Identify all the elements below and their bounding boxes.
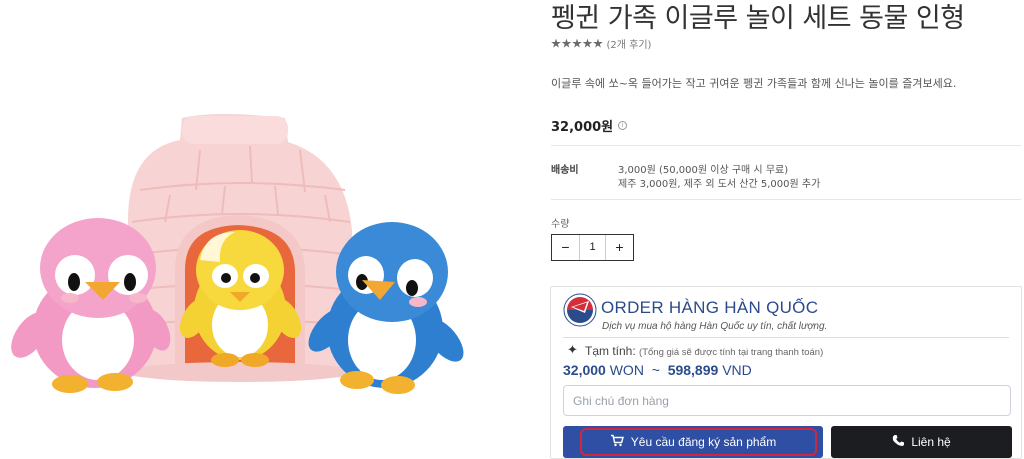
product-description: 이글루 속에 쏘~옥 들어가는 작고 귀여운 펭귄 가족들과 함께 신나는 놀이… — [551, 77, 957, 90]
brand-title: ORDER HÀNG HÀN QUỐC — [601, 298, 819, 317]
penguin-igloo-toy-illustration — [11, 114, 464, 394]
shipping-label: 배송비 — [551, 165, 579, 176]
cart-icon — [610, 434, 624, 450]
quantity-input[interactable]: 1 — [579, 235, 606, 260]
estimate-label: Tạm tính: — [585, 344, 636, 358]
star-icon — [572, 38, 582, 48]
order-note-input[interactable] — [563, 385, 1011, 416]
quantity-decrease-button[interactable]: − — [552, 235, 579, 260]
info-icon[interactable]: i — [618, 121, 628, 130]
contact-button[interactable]: Liên hệ — [831, 426, 1012, 458]
korea-order-logo — [563, 293, 597, 327]
estimate-label-row: Tạm tính: (Tổng giá sẽ được tính tại tra… — [585, 344, 823, 358]
product-rating[interactable]: (2개 후기) — [551, 36, 651, 51]
divider — [551, 145, 1021, 146]
estimate-note: (Tổng giá sẽ được tính tại trang thanh t… — [639, 347, 824, 358]
star-icon — [593, 38, 603, 48]
sparkle-icon: ✦ — [567, 342, 578, 357]
shipping-extra-fee: 제주 3,000원, 제주 외 도서 산간 5,000원 추가 — [618, 179, 821, 190]
quantity-label: 수량 — [551, 219, 570, 230]
product-price: 32,000원 — [551, 120, 614, 135]
review-count-link[interactable]: (2개 후기) — [607, 36, 652, 51]
phone-icon — [892, 434, 905, 450]
product-image — [0, 0, 540, 459]
estimate-vnd: 598,899 — [667, 362, 719, 378]
request-product-label: Yêu cầu đăng ký sản phẩm — [630, 435, 777, 449]
quantity-stepper: − 1 + — [551, 234, 634, 261]
divider — [551, 199, 1021, 200]
quantity-increase-button[interactable]: + — [606, 235, 633, 260]
divider — [563, 337, 1009, 338]
estimate-won: 32,000 — [563, 362, 606, 378]
rating-stars — [551, 38, 604, 49]
order-widget: ORDER HÀNG HÀN QUỐC Dịch vụ mua hộ hàng … — [550, 286, 1022, 459]
estimate-separator: ~ — [651, 362, 660, 378]
brand-subtitle: Dịch vụ mua hộ hàng Hàn Quốc uy tín, chấ… — [602, 321, 828, 332]
star-icon — [582, 38, 593, 48]
estimate-vnd-unit: VND — [722, 362, 752, 378]
estimate-won-unit: WON — [609, 362, 644, 378]
estimate-values: 32,000 WON ~ 598,899 VND — [563, 362, 752, 378]
star-icon — [551, 38, 561, 48]
price-row: 32,000원 i — [551, 116, 628, 135]
shipping-fee: 3,000원 (50,000원 이상 구매 시 무료) — [618, 165, 789, 176]
product-title: 펭귄 가족 이글루 놀이 세트 동물 인형 — [551, 3, 965, 34]
request-product-button[interactable]: Yêu cầu đăng ký sản phẩm — [563, 426, 823, 458]
contact-label: Liên hệ — [911, 435, 951, 449]
star-icon — [561, 38, 572, 48]
